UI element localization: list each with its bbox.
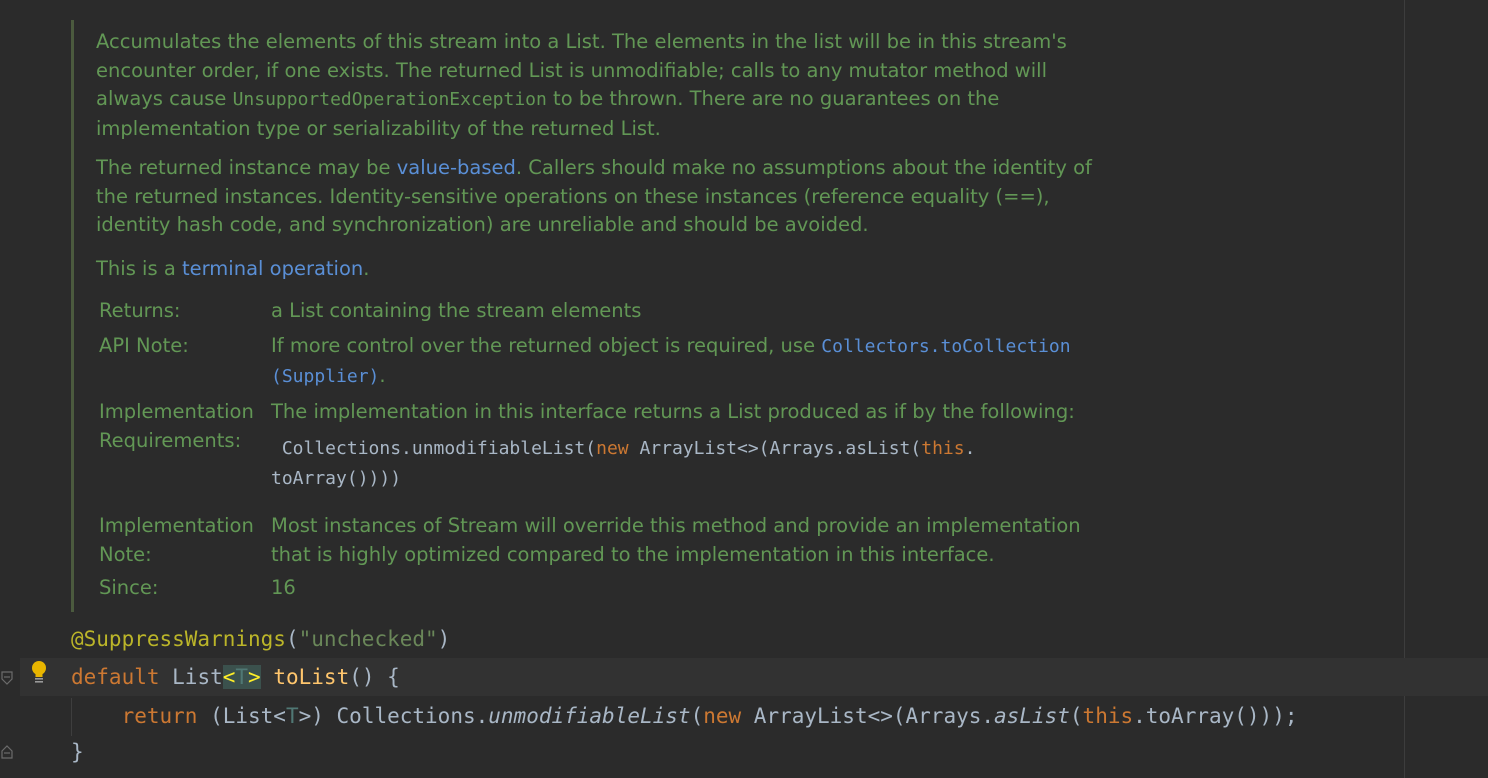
text: unmodifiableList	[488, 704, 691, 728]
text	[71, 704, 122, 728]
editor-gutter	[0, 0, 20, 778]
rendered-javadoc: Accumulates the elements of this stream …	[71, 20, 1214, 612]
text: to be thrown. There are no guarantees on…	[546, 87, 1000, 111]
returns-value: a List containing the stream elements	[271, 299, 642, 322]
text: toList	[273, 665, 350, 689]
text: Accumulates the elements of this stream …	[96, 30, 1067, 53]
text: Implementation	[99, 400, 254, 423]
supplier-link[interactable]: (Supplier)	[271, 366, 379, 387]
impl-note-value: Most instances of Stream will override t…	[271, 512, 1201, 569]
impl-note-label: Implementation Note:	[99, 512, 254, 569]
fold-expand-icon[interactable]	[0, 744, 14, 760]
text: (List<	[197, 704, 286, 728]
text: () {	[349, 665, 400, 689]
text: T	[235, 665, 249, 689]
text: .	[379, 363, 386, 387]
text: ArrayList<>(Arrays.asList(	[628, 437, 922, 459]
text: The implementation in this interface ret…	[271, 400, 1075, 423]
javadoc-paragraph-1: Accumulates the elements of this stream …	[96, 28, 1216, 144]
text: Note:	[99, 542, 152, 566]
returns-label: Returns:	[99, 299, 181, 322]
text: the returned instances. Identity-sensiti…	[96, 184, 1050, 208]
text: This is a	[96, 257, 182, 280]
text: identity hash code, and synchronization)…	[96, 213, 869, 237]
since-value: 16	[271, 576, 296, 599]
since-label: Since:	[99, 576, 159, 599]
method-signature-line[interactable]: default List<T> toList() {	[71, 658, 400, 696]
text: Implementation	[99, 514, 254, 537]
impl-requirements-value: The implementation in this interface ret…	[271, 398, 1201, 494]
text: Collections.unmodifiableList(	[271, 437, 597, 459]
text: Requirements:	[99, 428, 242, 452]
text: .	[964, 437, 976, 459]
text: <	[222, 665, 236, 689]
collectors-tocollection-link[interactable]: Collectors.toCollection	[821, 336, 1070, 357]
text: always cause	[96, 87, 233, 111]
text: .	[363, 257, 370, 280]
closing-brace-line[interactable]: }	[71, 733, 84, 771]
text: (	[690, 704, 704, 728]
javadoc-paragraph-2: The returned instance may be value-based…	[96, 154, 1216, 240]
text: "unchecked"	[298, 627, 438, 651]
text: implementation type or serializability o…	[96, 117, 661, 141]
method-body-line[interactable]: return (List<T>) Collections.unmodifiabl…	[71, 697, 1298, 735]
text: this	[921, 437, 965, 459]
text: ArrayList<>(Arrays.	[741, 704, 995, 728]
text: toArray()))	[271, 467, 391, 489]
text: (	[285, 627, 299, 651]
text: )	[390, 467, 402, 489]
fold-collapse-icon[interactable]	[0, 670, 14, 686]
lightbulb-icon[interactable]	[29, 659, 49, 687]
text: If more control over the returned object…	[271, 334, 822, 357]
text: @SuppressWarnings	[71, 627, 286, 651]
value-based-link[interactable]: value-based	[397, 156, 516, 179]
text: >) Collections.	[298, 704, 489, 728]
text: }	[71, 740, 84, 764]
terminal-operation-link[interactable]: terminal operation	[182, 257, 363, 280]
text: default	[71, 665, 160, 689]
impl-requirements-label: Implementation Requirements:	[99, 398, 254, 455]
text: Most instances of Stream will override t…	[271, 514, 1081, 537]
text: return	[121, 704, 198, 728]
api-note-value: If more control over the returned object…	[271, 332, 1201, 391]
text: that is highly optimized compared to the…	[271, 542, 995, 566]
text: this	[1082, 704, 1134, 728]
text: new	[596, 437, 629, 459]
text: .toArray()));	[1133, 704, 1298, 728]
text: asList	[994, 704, 1070, 728]
text: )	[437, 627, 451, 651]
api-note-label: API Note:	[99, 334, 189, 357]
text: The returned instance may be	[96, 156, 397, 179]
text: new	[703, 704, 742, 728]
impl-requirements-code: Collections.unmodifiableList(new ArrayLi…	[271, 434, 1201, 494]
annotation-line[interactable]: @SuppressWarnings("unchecked")	[71, 620, 450, 658]
text: T	[285, 704, 299, 728]
text: (	[1069, 704, 1083, 728]
text: . Callers should make no assumptions abo…	[515, 156, 1092, 179]
text: >	[248, 665, 261, 689]
javadoc-paragraph-3: This is a terminal operation.	[96, 255, 1216, 284]
exception-code: UnsupportedOperationException	[232, 89, 547, 111]
text: encounter order, if one exists. The retu…	[96, 58, 1048, 82]
text: List	[159, 665, 223, 689]
